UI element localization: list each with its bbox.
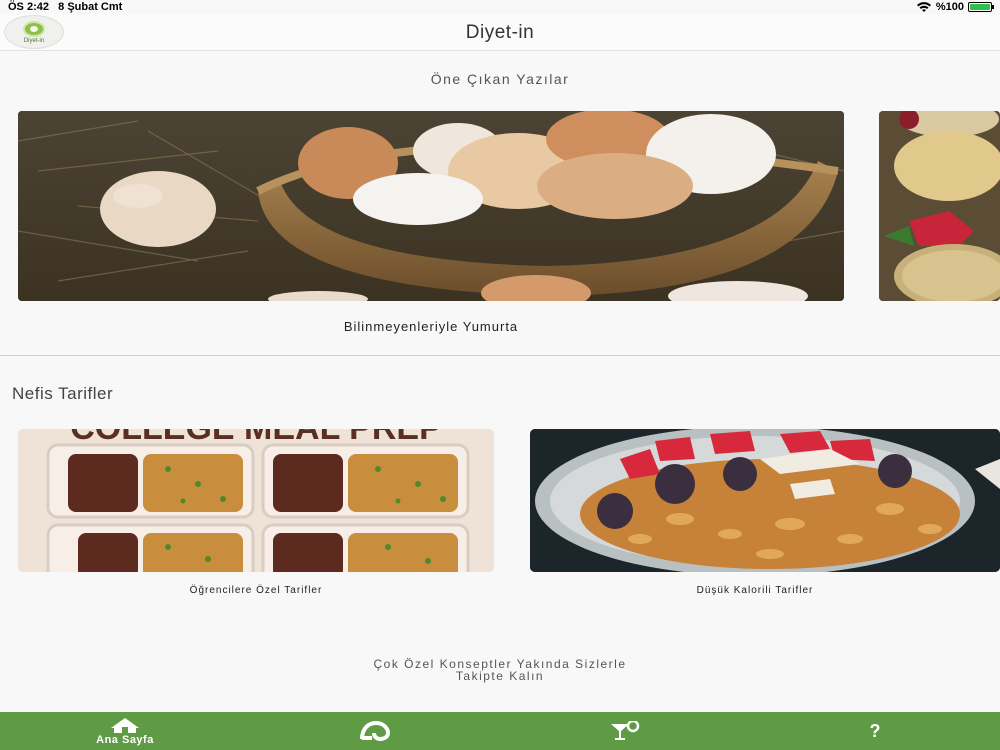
granola-bowl-photo [530, 429, 1000, 572]
home-icon [111, 717, 139, 733]
status-right: %100 [916, 1, 994, 13]
recipes-heading: Nefis Tarifler [12, 384, 114, 403]
featured-card-next[interactable] [879, 111, 1000, 301]
vegetables-photo [879, 111, 1000, 301]
status-time: ÖS 2:42 8 Şubat Cmt [8, 1, 123, 13]
recipe-card-students[interactable]: COLLEGE MEAL PREP [18, 429, 494, 572]
battery-percent: %100 [935, 1, 964, 13]
wifi-icon [916, 1, 931, 12]
question-icon: ? [869, 721, 881, 741]
status-bar: ÖS 2:42 8 Şubat Cmt %100 [0, 0, 1000, 14]
tab-measurements[interactable] [250, 712, 500, 750]
featured-card-eggs[interactable] [18, 111, 844, 301]
section-divider [0, 355, 1000, 356]
battery-icon [968, 2, 994, 12]
measure-tape-icon [360, 721, 390, 741]
recipe-card-low-calorie[interactable] [530, 429, 1000, 572]
eggs-photo [18, 111, 844, 301]
cocktail-icon [611, 721, 640, 740]
recipe-caption-students[interactable]: Öğrencilere Özel Tarifler [18, 585, 494, 596]
recipe-caption-low-calorie[interactable]: Düşük Kalorili Tarifler [530, 585, 980, 596]
coming-soon-text: Çok Özel Konseptler Yakında Sizlerle Tak… [0, 658, 1000, 682]
featured-heading: Öne Çıkan Yazılar [430, 71, 570, 87]
page-title: Diyet-in [465, 22, 535, 43]
tab-recipes[interactable] [500, 712, 750, 750]
tab-home[interactable]: Ana Sayfa [0, 712, 250, 750]
tab-help[interactable]: ? [750, 712, 1000, 750]
coming-soon-line-2: Takipte Kalın [455, 669, 545, 683]
tab-bar: Ana Sayfa ? [0, 712, 1000, 750]
meal-prep-photo: COLLEGE MEAL PREP [18, 429, 494, 572]
tab-home-label: Ana Sayfa [96, 733, 154, 746]
nav-bar: Diyet-in Diyet-in [0, 14, 1000, 51]
featured-caption[interactable]: Bilinmeyenleriyle Yumurta [18, 319, 844, 334]
